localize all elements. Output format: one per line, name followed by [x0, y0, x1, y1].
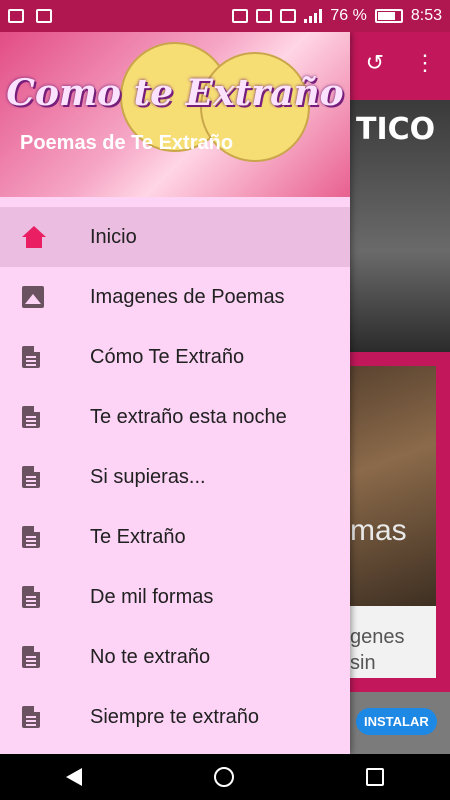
- document-icon: [22, 346, 40, 368]
- header-logo: Como te Extraño: [6, 72, 344, 114]
- poem-card-description: genes sin: [350, 626, 405, 674]
- nfc-icon: [232, 9, 249, 23]
- drawer-menu: Inicio Imagenes de Poemas Cómo Te Extrañ…: [0, 207, 350, 747]
- overflow-menu-icon[interactable]: ⋮: [414, 50, 436, 76]
- ad-banner: INSTALAR: [350, 692, 450, 754]
- status-bar: 76 % 8:53: [0, 0, 450, 32]
- gmail-icon: [8, 9, 24, 23]
- menu-item-label: Te extraño esta noche: [90, 405, 287, 428]
- menu-item-label: Cómo Te Extraño: [90, 345, 245, 368]
- menu-item-imagenes[interactable]: Imagenes de Poemas: [0, 267, 350, 327]
- document-icon: [22, 646, 40, 668]
- menu-item-label: Siempre te extraño: [90, 705, 259, 728]
- menu-item-label: Inicio: [90, 225, 137, 248]
- share-icon[interactable]: ↺: [366, 50, 384, 76]
- menu-item-label: De mil formas: [90, 585, 214, 608]
- back-icon[interactable]: [66, 768, 82, 786]
- system-nav-bar: [0, 754, 450, 800]
- menu-item-como-te-extrano[interactable]: Cómo Te Extraño: [0, 327, 350, 387]
- document-icon: [22, 466, 40, 488]
- document-icon: [22, 406, 40, 428]
- menu-item-label: Imagenes de Poemas: [90, 285, 285, 308]
- document-icon: [22, 586, 40, 608]
- signal-icon: [304, 9, 323, 23]
- menu-item-si-supieras[interactable]: Si supieras...: [0, 447, 350, 507]
- menu-item-label: Te Extraño: [90, 525, 186, 548]
- menu-item-inicio[interactable]: Inicio: [0, 207, 350, 267]
- recents-icon[interactable]: [366, 768, 384, 786]
- poem-card[interactable]: mas genes sin: [350, 362, 440, 682]
- menu-item-esta-noche[interactable]: Te extraño esta noche: [0, 387, 350, 447]
- poem-card-title: mas: [350, 514, 407, 547]
- menu-item-te-extrano[interactable]: Te Extraño: [0, 507, 350, 567]
- header-title: Poemas de Te Extraño: [20, 132, 234, 154]
- home-icon: [22, 226, 46, 248]
- menu-item-no-te-extrano[interactable]: No te extraño: [0, 627, 350, 687]
- battery-icon: [374, 9, 403, 23]
- drawer-header: Como te Extraño Poemas de Te Extraño: [0, 32, 350, 197]
- wifi-icon: [280, 9, 297, 23]
- menu-item-label: No te extraño: [90, 645, 211, 668]
- image-icon: [22, 286, 44, 308]
- menu-item-siempre-te-extrano[interactable]: Siempre te extraño: [0, 687, 350, 747]
- photo-icon: [36, 9, 52, 23]
- clock: 8:53: [410, 7, 442, 24]
- battery-percent: 76 %: [330, 7, 367, 24]
- document-icon: [22, 706, 40, 728]
- menu-item-de-mil-formas[interactable]: De mil formas: [0, 567, 350, 627]
- navigation-drawer: Como te Extraño Poemas de Te Extraño Ini…: [0, 32, 350, 754]
- home-button-icon[interactable]: [214, 767, 234, 787]
- menu-item-label: Si supieras...: [90, 465, 206, 488]
- mute-icon: [256, 9, 273, 23]
- poem-card-image: mas: [350, 366, 436, 606]
- hero-text: TICO: [356, 112, 436, 147]
- document-icon: [22, 526, 40, 548]
- install-button[interactable]: INSTALAR: [356, 708, 437, 735]
- hero-image[interactable]: TICO: [350, 100, 450, 352]
